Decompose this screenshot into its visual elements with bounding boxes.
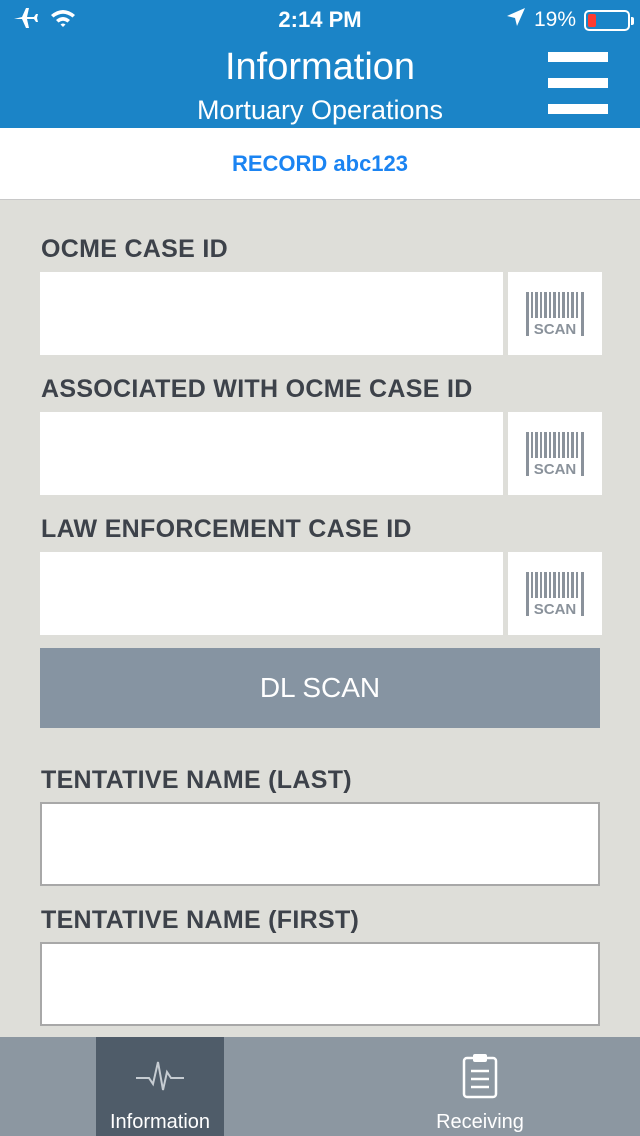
tab-label: Information (109, 1111, 211, 1133)
ocme-case-id-scan-button[interactable]: SCAN (508, 272, 602, 355)
tentative-name-first-input[interactable] (40, 942, 600, 1026)
tab-bar: Information Receiving (0, 1037, 640, 1136)
barcode-scan-icon: SCAN (526, 431, 584, 478)
pulse-icon (136, 1061, 184, 1091)
ocme-case-id-label: OCME CASE ID (41, 235, 228, 263)
associated-ocme-case-id-input[interactable] (40, 412, 503, 495)
scan-text: SCAN (534, 321, 577, 338)
tab-information[interactable]: Information (96, 1037, 224, 1136)
dl-scan-button[interactable]: DL SCAN (40, 648, 600, 728)
ocme-case-id-input[interactable] (40, 272, 503, 355)
tab-label: Receiving (436, 1111, 524, 1133)
barcode-scan-icon: SCAN (526, 291, 584, 338)
associated-ocme-case-id-label: ASSOCIATED WITH OCME CASE ID (41, 375, 473, 403)
status-bar: 2:14 PM 19% (0, 0, 640, 40)
record-bar: RECORD abc123 (0, 128, 640, 200)
tentative-name-first-label: TENTATIVE NAME (FIRST) (41, 906, 360, 934)
page-subtitle: Mortuary Operations (196, 95, 444, 125)
record-id: RECORD abc123 (231, 151, 409, 176)
battery-icon (584, 9, 634, 31)
law-enforcement-case-id-scan-button[interactable]: SCAN (508, 552, 602, 635)
law-enforcement-case-id-input[interactable] (40, 552, 503, 635)
scan-text: SCAN (534, 461, 577, 478)
app-header: 2:14 PM 19% Information Mortuary Operati… (0, 0, 640, 128)
clipboard-icon (462, 1054, 498, 1099)
tentative-name-last-input[interactable] (40, 802, 600, 886)
scan-text: SCAN (534, 601, 577, 618)
barcode-scan-icon: SCAN (526, 571, 584, 618)
associated-ocme-case-id-scan-button[interactable]: SCAN (508, 412, 602, 495)
location-arrow-icon (506, 7, 526, 33)
page-title: Information (224, 46, 416, 88)
tentative-name-last-label: TENTATIVE NAME (LAST) (41, 766, 352, 794)
law-enforcement-case-id-label: LAW ENFORCEMENT CASE ID (41, 515, 412, 543)
tab-receiving[interactable]: Receiving (416, 1037, 544, 1136)
battery-percentage: 19% (533, 8, 576, 31)
hamburger-menu-icon[interactable] (548, 52, 608, 114)
